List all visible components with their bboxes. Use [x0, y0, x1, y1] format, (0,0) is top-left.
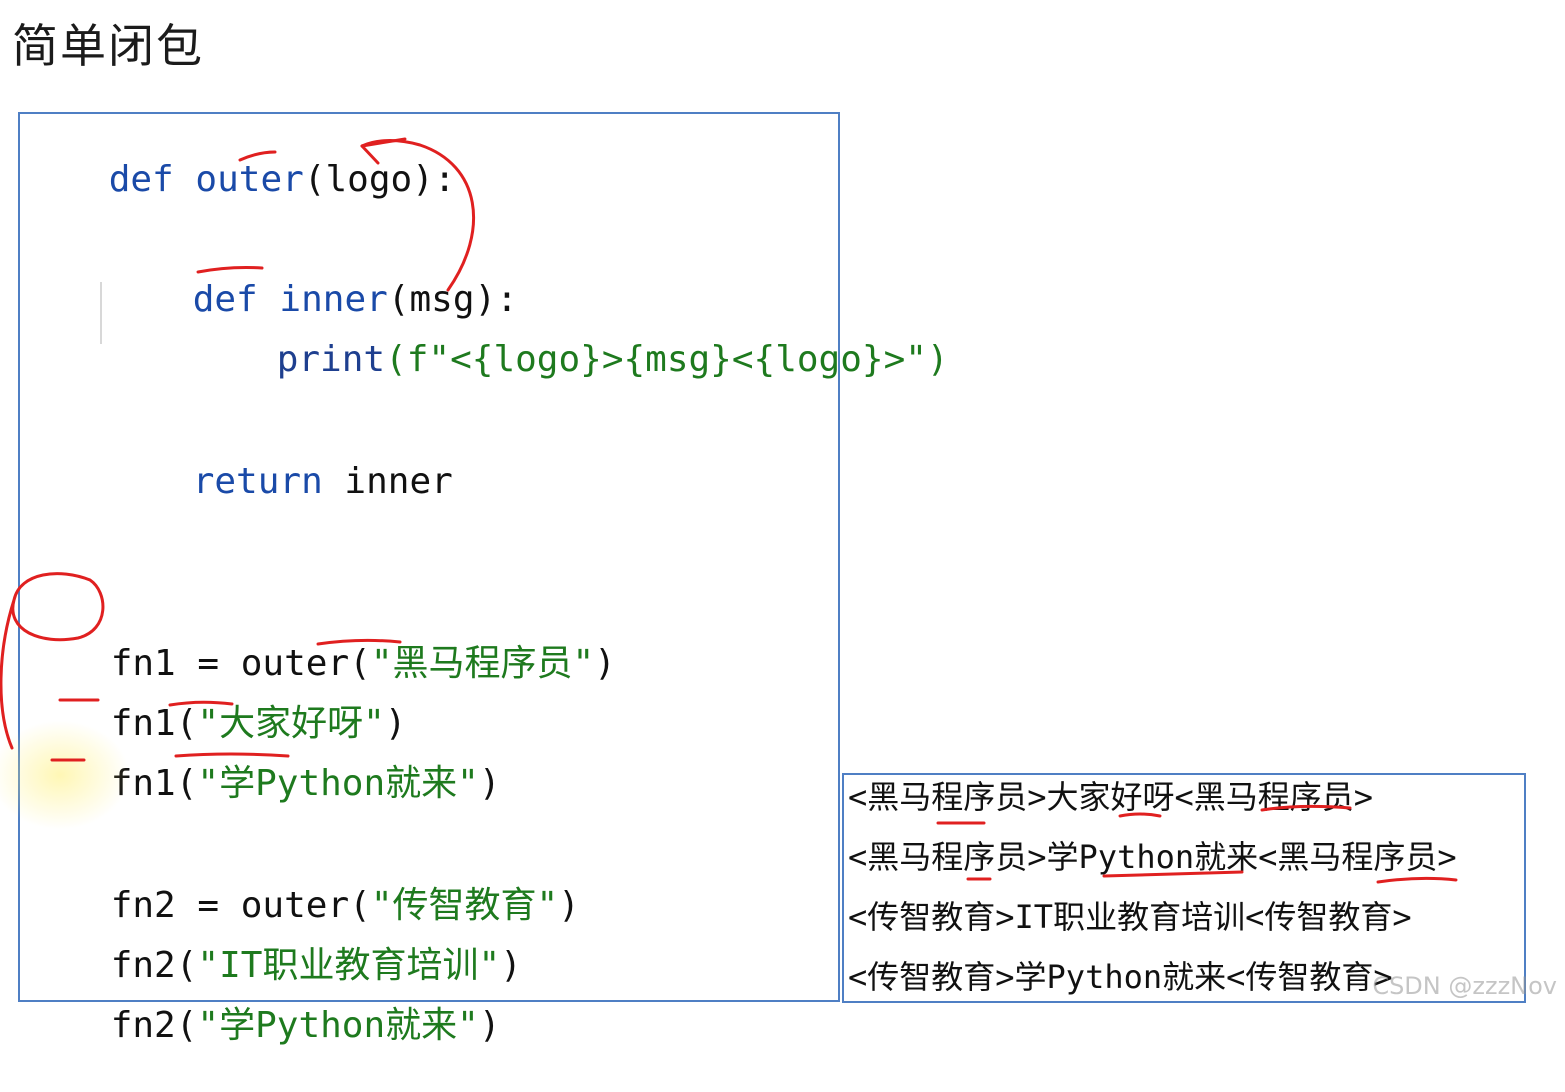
code-paren: )	[478, 1005, 501, 1046]
code-paren: )	[558, 885, 580, 926]
code-string: "学Python就来"	[197, 763, 479, 804]
output-line-1: <黑马程序员>大家好呀<黑马程序员>	[848, 778, 1374, 816]
indent-guide	[100, 282, 102, 344]
code-paren: )	[478, 763, 501, 804]
code-paren: )	[594, 643, 616, 684]
code-line-3: print(f"<{logo}>{msg}<{logo}>")	[190, 294, 949, 426]
output-line-3: <传智教育>IT职业教育培训<传智教育>	[848, 898, 1412, 936]
code-line-4: return inner	[106, 416, 453, 548]
page-title: 简单闭包	[12, 19, 204, 73]
keyword-return: return	[192, 461, 323, 502]
builtin-print: print	[276, 339, 386, 380]
code-line-10: fn2("学Python就来")	[24, 960, 501, 1092]
keyword-def: def	[108, 159, 174, 200]
function-name-outer: outer	[195, 159, 304, 200]
code-line-1: def outer(logo):	[22, 114, 456, 246]
code-lhs: fn2	[110, 1005, 176, 1046]
code-fstring: (f"<{logo}>{msg}<{logo}>")	[385, 339, 949, 380]
code-paren: (	[175, 763, 198, 804]
code-params: (logo):	[303, 159, 456, 200]
code-paren: (	[175, 1005, 198, 1046]
code-paren: )	[500, 945, 522, 986]
output-panel: <黑马程序员>大家好呀<黑马程序员> <黑马程序员>学Python就来<黑马程序…	[842, 773, 1526, 1003]
code-string: "学Python就来"	[197, 1005, 479, 1046]
code-editor: def outer(logo): def inner(msg): print(f…	[18, 112, 949, 1046]
watermark: CSDN @zzzNov	[1372, 972, 1557, 1000]
code-return-value: inner	[322, 461, 453, 502]
output-line-4: <传智教育>学Python就来<传智教育>	[848, 958, 1393, 996]
output-line-2: <黑马程序员>学Python就来<黑马程序员>	[848, 838, 1457, 876]
